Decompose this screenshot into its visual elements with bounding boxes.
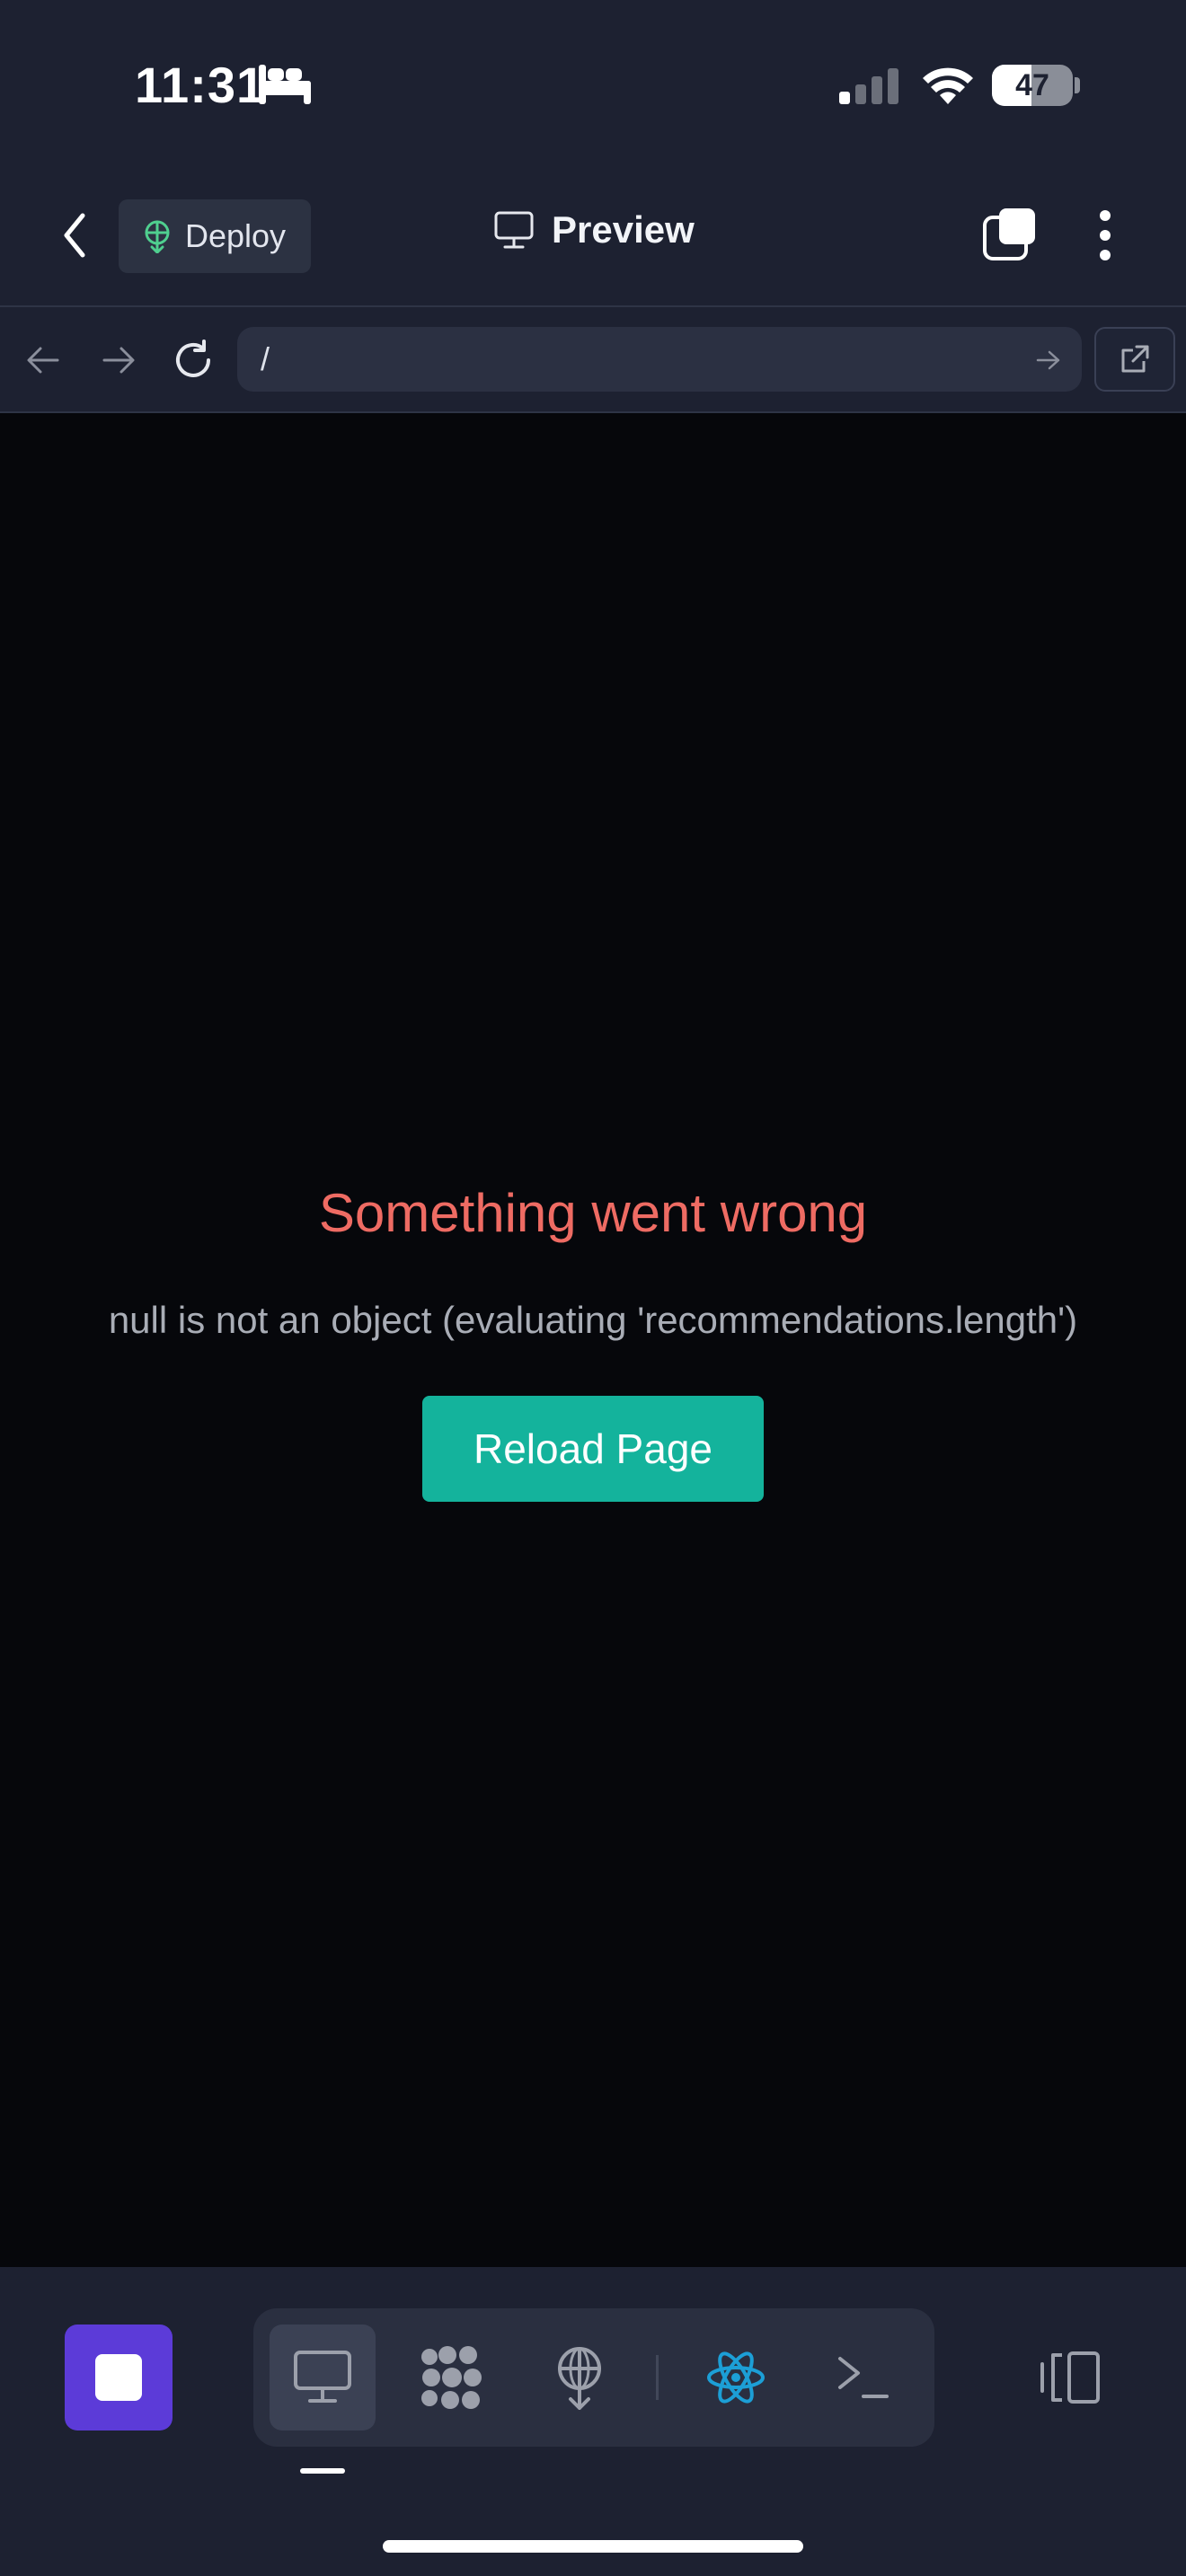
signal-icon [839,68,898,104]
active-tab-indicator [300,2468,345,2474]
nav-forward-icon[interactable] [101,345,137,375]
tab-preview[interactable] [270,2325,376,2430]
error-title: Something went wrong [318,1183,868,1243]
home-indicator [383,2540,803,2553]
deploy-globe-icon [558,2347,601,2410]
open-external-button[interactable] [1094,327,1175,392]
tab-react[interactable] [683,2325,789,2430]
go-arrow-icon[interactable] [1035,348,1062,372]
page-title: Preview [494,208,695,251]
reload-icon[interactable] [173,340,216,381]
tab-separator [656,2355,659,2400]
status-time: 11:31 [135,57,266,113]
error-message: null is not an object (evaluating 'recom… [108,1299,1078,1341]
stop-button[interactable] [65,2325,173,2430]
tab-terminal[interactable] [810,2325,916,2430]
tabs-icon[interactable] [983,207,1039,262]
url-text: / [261,340,270,377]
stop-icon [95,2354,142,2401]
tab-deploy[interactable] [527,2325,633,2430]
nav-back-icon[interactable] [25,345,61,375]
monitor-icon [294,2351,351,2403]
split-panel-icon [1040,2351,1100,2404]
battery-tip [1075,77,1080,93]
wifi-icon [923,67,973,104]
panel-toggle-button[interactable] [1024,2325,1114,2430]
deploy-button[interactable]: Deploy [119,199,311,273]
deploy-globe-icon [145,220,170,253]
reload-page-button[interactable]: Reload Page [422,1396,764,1502]
external-link-icon [1121,345,1149,373]
deploy-label: Deploy [185,217,287,254]
url-input[interactable]: / [237,327,1082,392]
more-options-icon[interactable] [1096,208,1114,262]
monitor-icon [494,211,534,249]
page-title-label: Preview [552,208,695,251]
back-icon[interactable] [59,210,90,260]
cluster-icon [421,2346,482,2409]
sleep-focus-icon [259,65,311,104]
battery-level: 47 [1015,67,1049,102]
tab-cluster[interactable] [399,2325,505,2430]
terminal-icon [838,2357,889,2398]
react-icon [707,2351,765,2404]
header-divider [0,305,1186,307]
battery-icon: 47 [992,65,1073,106]
